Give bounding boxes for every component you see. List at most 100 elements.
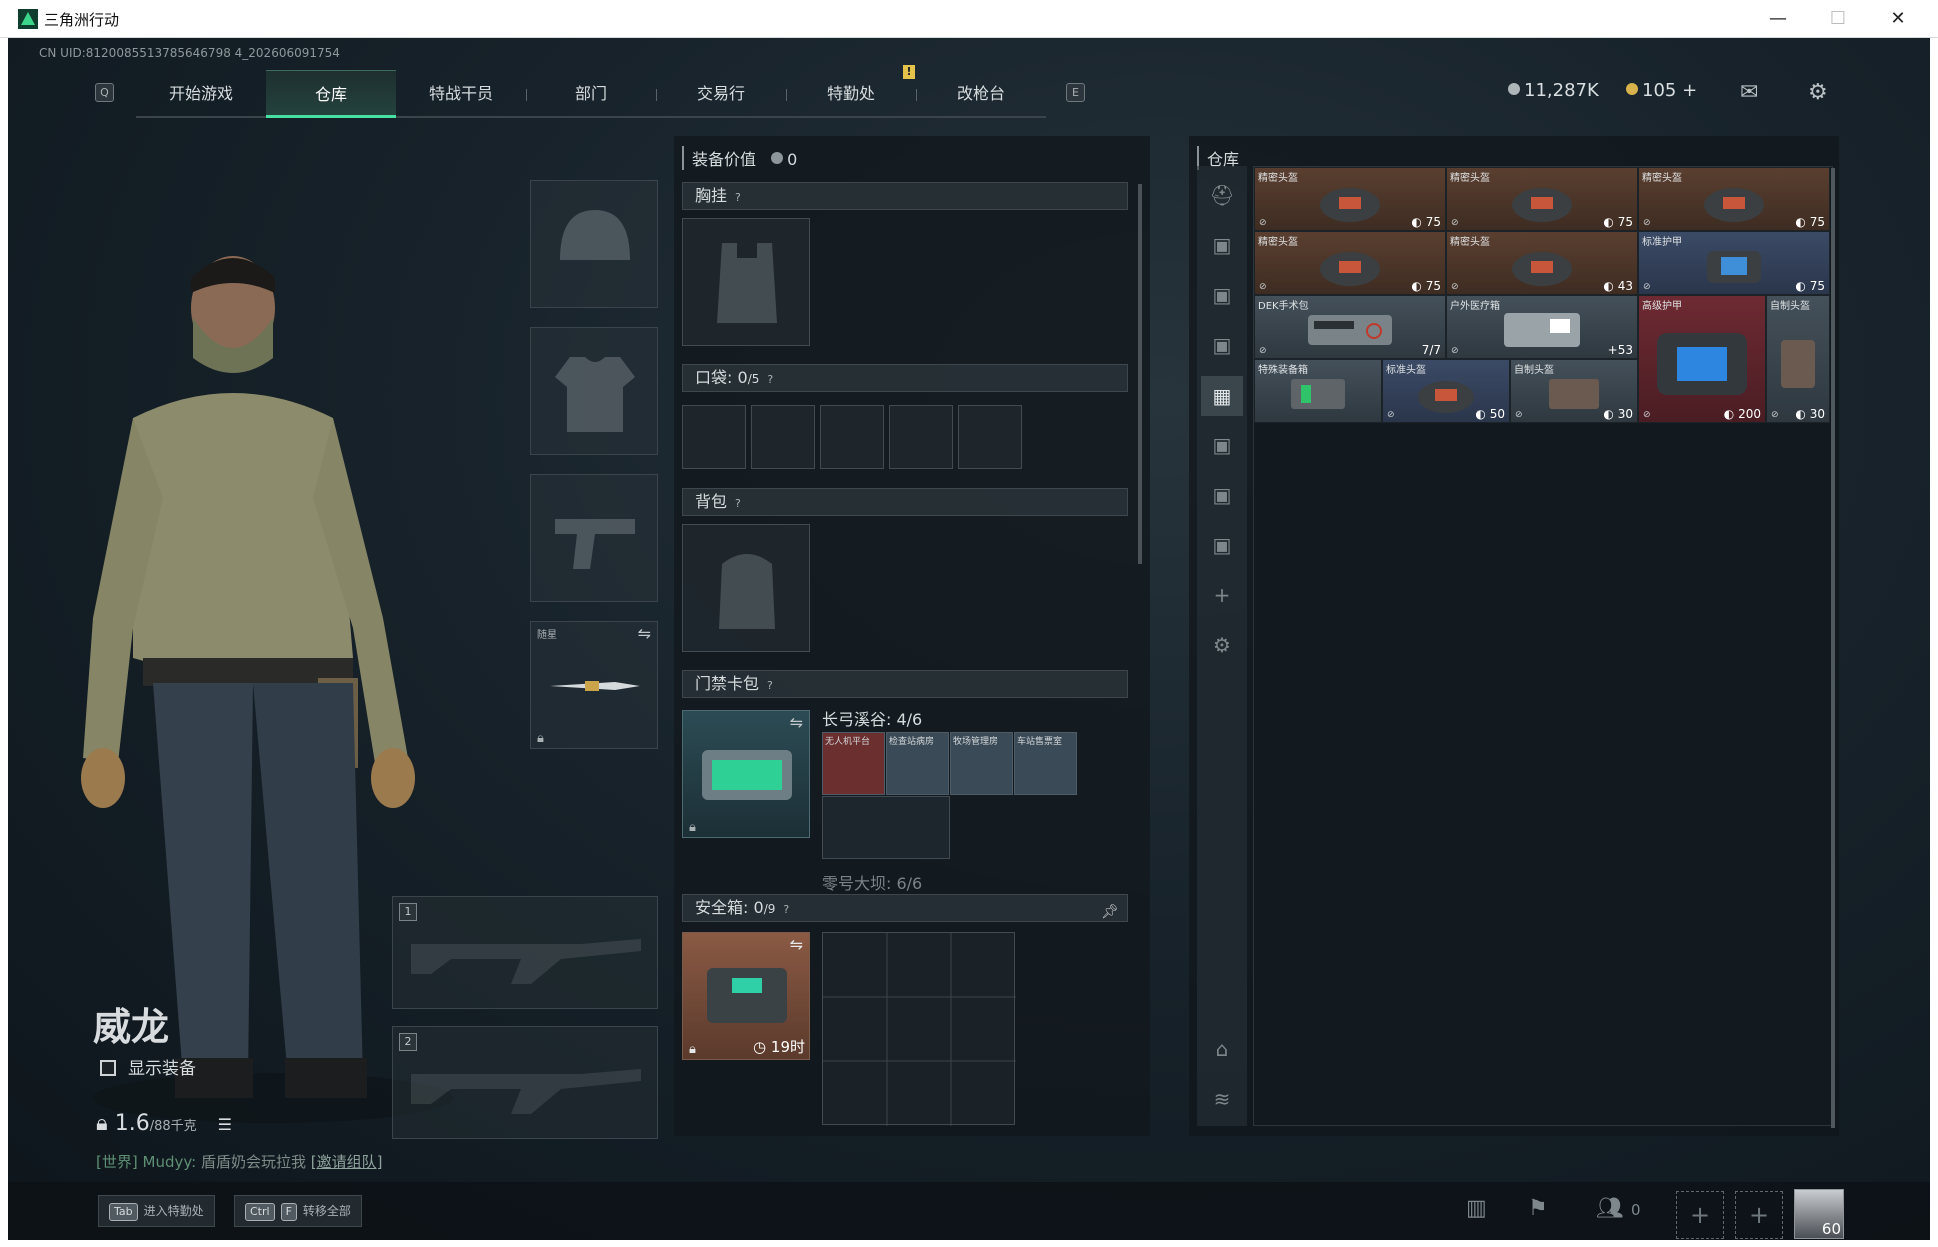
swap-icon[interactable]: ⇋ bbox=[790, 935, 803, 954]
equipment-value-header: 装备价值 0 bbox=[682, 146, 797, 170]
tab-department[interactable]: 部门 bbox=[526, 70, 656, 118]
warehouse-tab-gt2-icon[interactable]: ▣ bbox=[1207, 480, 1237, 510]
warehouse-tab-main-icon[interactable]: ▦ bbox=[1201, 376, 1243, 416]
weight-details-list-icon[interactable]: ☰ bbox=[218, 1115, 232, 1134]
warehouse-item[interactable]: 精密头盔 ⊘ ◐ 75 bbox=[1446, 167, 1638, 231]
warehouse-tab-gt-icon[interactable]: ▣ bbox=[1207, 330, 1237, 360]
warehouse-item[interactable]: 户外医疗箱 ⊘ +53 bbox=[1446, 295, 1638, 359]
nav-next-key[interactable]: E bbox=[1066, 83, 1085, 102]
warehouse-tab-iv-icon[interactable]: ▣ bbox=[1207, 230, 1237, 260]
help-icon[interactable]: ? bbox=[783, 897, 789, 923]
warehouse-item[interactable]: 精密头盔 ⊘ ◐ 43 bbox=[1446, 231, 1638, 295]
helmet-slot[interactable] bbox=[530, 180, 658, 308]
warehouse-item[interactable]: DEK手术包 ⊘ 7/7 bbox=[1254, 295, 1446, 359]
armor-slot[interactable] bbox=[530, 327, 658, 455]
pocket-slot[interactable] bbox=[751, 405, 815, 469]
lock-icon: 🔒︎ bbox=[537, 731, 544, 746]
primary-weapon-slot-2[interactable]: 2 bbox=[392, 1026, 658, 1139]
helmet-item-icon bbox=[1418, 381, 1474, 414]
pistol-slot[interactable] bbox=[530, 474, 658, 602]
swap-icon[interactable]: ⇋ bbox=[790, 713, 803, 732]
add-party-member-button[interactable]: + bbox=[1735, 1191, 1783, 1239]
silver-coin-icon bbox=[1508, 83, 1520, 95]
transfer-all-hint[interactable]: Ctrl F 转移全部 bbox=[234, 1195, 362, 1227]
warehouse-settings-icon[interactable]: ⚙ bbox=[1207, 630, 1237, 660]
helmet-item-icon bbox=[1704, 188, 1764, 223]
warehouse-item[interactable]: 自制头盔 ⊘ ◐ 30 bbox=[1766, 295, 1830, 423]
equipment-scrollbar[interactable] bbox=[1138, 184, 1142, 564]
warehouse-tab-gt3-icon[interactable]: ▣ bbox=[1207, 530, 1237, 560]
gold-coin-icon bbox=[1626, 83, 1638, 95]
warehouse-item[interactable]: 标准头盔 ⊘ ◐ 50 bbox=[1382, 359, 1510, 423]
keycard-item[interactable]: 车站售票室 bbox=[1014, 732, 1077, 795]
warehouse-item[interactable]: 标准护甲 ⊘ ◐ 75 bbox=[1638, 231, 1830, 295]
help-icon[interactable]: ? bbox=[735, 491, 741, 517]
safe-box-grid[interactable] bbox=[822, 932, 1016, 1126]
add-warehouse-tab-icon[interactable]: + bbox=[1207, 580, 1237, 610]
nav-prev-key[interactable]: Q bbox=[95, 83, 114, 102]
warehouse-item[interactable]: 精密头盔 ⊘ ◐ 75 bbox=[1254, 231, 1446, 295]
chest-rig-slot[interactable] bbox=[682, 218, 810, 346]
tab-operators[interactable]: 特战干员 bbox=[396, 70, 526, 118]
bottom-bar: Tab 进入特勤处 Ctrl F 转移全部 ▥ ⚑ 👥︎ 0 + + 60 bbox=[8, 1182, 1930, 1240]
tab-start-game[interactable]: 开始游戏 bbox=[136, 70, 266, 118]
warehouse-item[interactable]: 自制头盔 ⊘ ◐ 30 bbox=[1510, 359, 1638, 423]
keycard-empty-slot[interactable] bbox=[822, 796, 950, 859]
warehouse-tab-iv2-icon[interactable]: ▣ bbox=[1207, 430, 1237, 460]
keycard-item[interactable]: 牧场管理房 bbox=[950, 732, 1013, 795]
tab-warehouse[interactable]: 仓库 bbox=[266, 70, 396, 118]
pocket-slot[interactable] bbox=[889, 405, 953, 469]
show-equipment-checkbox[interactable] bbox=[100, 1060, 116, 1076]
add-gold-button[interactable]: + bbox=[1682, 80, 1697, 101]
lock-icon: 🔒︎ bbox=[689, 1042, 696, 1057]
help-icon[interactable]: ? bbox=[767, 673, 773, 699]
add-party-member-button[interactable]: + bbox=[1676, 1191, 1724, 1239]
tab-trading[interactable]: 交易行 bbox=[656, 70, 786, 118]
keycard-case-slot[interactable]: ⇋ 🔒︎ bbox=[682, 710, 810, 838]
vest-icon bbox=[717, 243, 777, 323]
safe-box-slot[interactable]: ⇋ 🔒︎ ◷ 19时 bbox=[682, 932, 810, 1060]
helmet-item-icon bbox=[1320, 252, 1380, 287]
rifle-silhouette-icon bbox=[411, 1069, 641, 1114]
tab-special-ops[interactable]: 特勤处 bbox=[786, 70, 916, 118]
warehouse-layers-icon[interactable]: ≋ bbox=[1207, 1084, 1237, 1114]
warehouse-tab-helmet-icon[interactable]: ⛑︎ bbox=[1207, 180, 1237, 210]
tab-gunsmith[interactable]: 改枪台 bbox=[916, 70, 1046, 118]
warehouse-filter-icon[interactable]: ⌂ bbox=[1207, 1034, 1237, 1064]
keycard-item[interactable]: 无人机平台 bbox=[822, 732, 885, 795]
warehouse-tab-v-icon[interactable]: ▣ bbox=[1207, 280, 1237, 310]
help-icon[interactable]: ? bbox=[735, 185, 741, 211]
mail-icon[interactable]: ✉ bbox=[1740, 80, 1758, 105]
help-icon[interactable]: ? bbox=[767, 367, 773, 393]
pin-icon[interactable]: 📌︎ bbox=[1101, 899, 1119, 925]
player-avatar[interactable]: 60 bbox=[1794, 1189, 1844, 1239]
stats-chart-icon[interactable]: ▥ bbox=[1466, 1196, 1487, 1221]
melee-slot[interactable]: 随星 ⇋ 🔒︎ bbox=[530, 621, 658, 749]
pocket-slot[interactable] bbox=[820, 405, 884, 469]
player-uid: CN UID:8120085513785646798 4_20260609175… bbox=[39, 46, 340, 60]
backpack-slot[interactable] bbox=[682, 524, 810, 652]
invite-team-link[interactable]: [邀请组队] bbox=[311, 1153, 383, 1171]
backpack-header: 背包? bbox=[682, 488, 1128, 516]
warehouse-item[interactable]: 精密头盔 ⊘ ◐ 75 bbox=[1638, 167, 1830, 231]
friends-icon[interactable]: 👥︎ 0 bbox=[1596, 1196, 1640, 1221]
enter-special-ops-hint[interactable]: Tab 进入特勤处 bbox=[98, 1195, 215, 1227]
helmet-item-icon bbox=[1781, 340, 1815, 389]
show-equipment-toggle[interactable]: 显示装备 bbox=[100, 1054, 196, 1079]
keycard-item[interactable]: 检查站病房 bbox=[886, 732, 949, 795]
pocket-slot[interactable] bbox=[958, 405, 1022, 469]
minimize-button[interactable]: — bbox=[1758, 6, 1798, 32]
settings-gear-icon[interactable]: ⚙ bbox=[1808, 80, 1828, 105]
silver-currency: 11,287K bbox=[1508, 80, 1599, 101]
primary-weapon-slot-1[interactable]: 1 bbox=[392, 896, 658, 1009]
flag-icon[interactable]: ⚑ bbox=[1528, 1196, 1548, 1221]
warehouse-scrollbar[interactable] bbox=[1831, 168, 1835, 1128]
maximize-button[interactable]: ☐ bbox=[1818, 6, 1858, 32]
warehouse-item[interactable]: 精密头盔 ⊘ ◐ 75 bbox=[1254, 167, 1446, 231]
warehouse-item[interactable]: 高级护甲 ⊘ ◐ 200 bbox=[1638, 295, 1766, 423]
pocket-slot[interactable] bbox=[682, 405, 746, 469]
warehouse-item[interactable]: 特殊装备箱 bbox=[1254, 359, 1382, 423]
notice-badge[interactable]: ! bbox=[903, 65, 915, 79]
close-button[interactable]: ✕ bbox=[1878, 6, 1918, 32]
window-title: 三角洲行动 bbox=[44, 11, 120, 29]
